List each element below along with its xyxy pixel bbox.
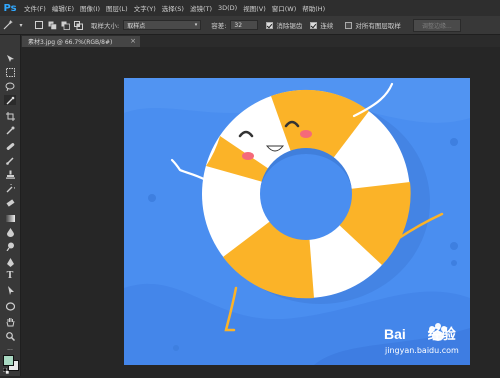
brush-tool-icon[interactable] bbox=[4, 155, 16, 165]
sample-size-select[interactable]: 取样点 ▾ bbox=[123, 20, 202, 30]
new-selection-icon[interactable] bbox=[34, 20, 44, 30]
chevron-down-icon: ▾ bbox=[194, 22, 198, 28]
options-bar: ▾ 取样大小: 取样点 ▾ 容差: 32 消除锯齿 连续 对所有图层取样 调整边… bbox=[0, 16, 500, 35]
watermark-brand-bai: Bai bbox=[384, 326, 406, 342]
watermark-url: jingyan.baidu.com bbox=[385, 346, 459, 355]
contiguous-checkbox[interactable] bbox=[310, 21, 318, 29]
intersect-selection-icon[interactable] bbox=[73, 20, 83, 30]
sample-size-label: 取样大小: bbox=[91, 22, 120, 30]
document-tab[interactable]: 素材3.jpg @ 66.7%(RGB/8#) × bbox=[22, 36, 140, 47]
add-to-selection-icon[interactable] bbox=[47, 20, 57, 30]
menu-help[interactable]: 帮助(H) bbox=[302, 3, 325, 13]
clone-stamp-tool-icon[interactable] bbox=[4, 169, 16, 179]
pen-tool-icon[interactable] bbox=[4, 257, 16, 267]
path-selection-tool-icon[interactable] bbox=[4, 285, 16, 295]
sample-all-layers-label: 对所有图层取样 bbox=[355, 22, 401, 30]
menu-window[interactable]: 窗口(W) bbox=[272, 3, 297, 13]
history-brush-tool-icon[interactable] bbox=[4, 183, 16, 193]
watermark-brand: Bai 经验 bbox=[384, 324, 456, 344]
menu-file[interactable]: 文件(F) bbox=[24, 3, 46, 13]
document-tab-bar: 素材3.jpg @ 66.7%(RGB/8#) × bbox=[20, 35, 500, 47]
contiguous-label: 连续 bbox=[320, 22, 334, 30]
type-tool-icon[interactable]: T bbox=[4, 271, 16, 281]
move-tool-icon[interactable] bbox=[4, 53, 16, 63]
menu-image[interactable]: 图像(I) bbox=[80, 3, 100, 13]
anti-alias-checkbox[interactable] bbox=[266, 21, 274, 29]
gradient-tool-icon[interactable] bbox=[4, 213, 16, 223]
subtract-from-selection-icon[interactable] bbox=[60, 20, 70, 30]
photoshop-logo: Ps bbox=[3, 2, 17, 14]
menu-layer[interactable]: 图层(L) bbox=[106, 3, 128, 13]
zoom-tool-icon[interactable] bbox=[4, 331, 16, 341]
foreground-color-swatch[interactable] bbox=[3, 355, 14, 366]
anti-alias-label: 消除锯齿 bbox=[276, 22, 303, 30]
menu-select[interactable]: 选择(S) bbox=[162, 3, 184, 13]
menu-type[interactable]: 文字(Y) bbox=[134, 3, 156, 13]
menu-edit[interactable]: 编辑(E) bbox=[52, 3, 74, 13]
dodge-tool-icon[interactable] bbox=[4, 241, 16, 251]
healing-brush-tool-icon[interactable] bbox=[4, 141, 16, 151]
document-tab-label: 素材3.jpg @ 66.7%(RGB/8#) bbox=[28, 39, 113, 46]
sample-size-value: 取样点 bbox=[127, 22, 146, 30]
sample-all-layers-checkbox[interactable] bbox=[345, 21, 353, 29]
eyedropper-tool-icon[interactable] bbox=[4, 125, 16, 135]
refine-edge-button[interactable]: 调整边缘... bbox=[412, 18, 461, 32]
tool-preset-dropdown-icon[interactable]: ▾ bbox=[16, 20, 26, 30]
blur-tool-icon[interactable] bbox=[4, 227, 16, 237]
close-icon[interactable]: × bbox=[130, 37, 136, 45]
watermark-brand-jingyan: 经验 bbox=[427, 326, 456, 342]
more-tools-icon[interactable]: ··· bbox=[4, 345, 16, 355]
tolerance-input[interactable]: 32 bbox=[230, 20, 259, 30]
eraser-tool-icon[interactable] bbox=[4, 197, 16, 207]
menu-filter[interactable]: 滤镜(T) bbox=[190, 3, 212, 13]
hand-tool-icon[interactable] bbox=[4, 317, 16, 327]
menu-3d[interactable]: 3D(D) bbox=[218, 4, 237, 12]
magic-wand-tool-icon[interactable] bbox=[4, 95, 16, 105]
marquee-tool-icon[interactable] bbox=[4, 67, 16, 77]
menu-view[interactable]: 视图(V) bbox=[243, 3, 266, 13]
tolerance-label: 容差: bbox=[211, 22, 227, 30]
menu-bar: Ps 文件(F) 编辑(E) 图像(I) 图层(L) 文字(Y) 选择(S) 滤… bbox=[0, 0, 500, 16]
shape-tool-icon[interactable] bbox=[4, 301, 16, 311]
magic-wand-icon[interactable] bbox=[3, 20, 13, 30]
crop-tool-icon[interactable] bbox=[4, 111, 16, 121]
tools-panel: T ··· bbox=[0, 35, 21, 376]
lasso-tool-icon[interactable] bbox=[4, 81, 16, 91]
